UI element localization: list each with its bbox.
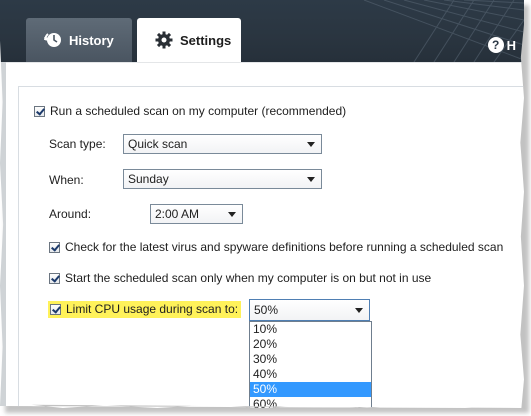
when-label: When: [49,173,84,187]
limit-cpu-checkbox[interactable] [50,303,61,315]
when-select[interactable]: Sunday [123,169,322,189]
scheduled-scan-label: Run a scheduled scan on my computer (rec… [50,104,347,118]
help-button[interactable]: ? H [487,37,516,53]
limit-cpu-checkbox-row[interactable]: Limit CPU usage during scan to: [48,301,242,318]
help-label: H [506,37,516,53]
idle-only-checkbox[interactable] [49,272,60,284]
when-value: Sunday [128,172,169,186]
chevron-down-icon [307,142,315,147]
history-icon [44,33,61,47]
chevron-down-icon [307,177,315,182]
around-label: Around: [49,207,92,221]
check-definitions-checkbox-row[interactable]: Check for the latest virus and spyware d… [49,240,503,254]
around-value: 2:00 AM [155,207,200,221]
app-window: History Settings ? H Run a scheduled sca… [0,0,524,408]
tab-history-label: History [69,32,114,48]
scheduled-scan-checkbox[interactable] [34,105,45,117]
check-definitions-label: Check for the latest virus and spyware d… [65,240,504,254]
cpu-option[interactable]: 40% [250,367,371,382]
scan-type-value: Quick scan [128,137,188,151]
chevron-down-icon [228,212,236,217]
chevron-down-icon [355,308,363,313]
scheduled-scan-checkbox-row[interactable]: Run a scheduled scan on my computer (rec… [34,104,346,118]
scan-type-label: Scan type: [49,137,106,151]
cpu-option-selected[interactable]: 50% [250,382,371,397]
cpu-limit-select[interactable]: 50% [249,299,370,321]
cpu-limit-dropdown-list[interactable]: 10% 20% 30% 40% 50% 60% [249,321,372,408]
idle-only-label: Start the scheduled scan only when my co… [65,271,432,285]
cpu-option[interactable]: 30% [250,352,371,367]
cpu-limit-value: 50% [254,303,279,317]
content-divider [6,62,524,63]
header-bar: History Settings ? H [0,0,524,62]
tab-settings[interactable]: Settings [137,18,241,62]
cpu-option[interactable]: 10% [250,322,371,337]
gear-icon [155,31,173,49]
around-select[interactable]: 2:00 AM [150,204,243,224]
cpu-option[interactable]: 20% [250,337,371,352]
tab-history[interactable]: History [26,18,132,62]
idle-only-checkbox-row[interactable]: Start the scheduled scan only when my co… [49,271,431,285]
help-icon: ? [487,37,504,53]
scan-type-select[interactable]: Quick scan [123,134,322,154]
check-definitions-checkbox[interactable] [49,241,60,253]
limit-cpu-label: Limit CPU usage during scan to: [66,302,239,316]
tab-settings-label: Settings [180,32,232,48]
